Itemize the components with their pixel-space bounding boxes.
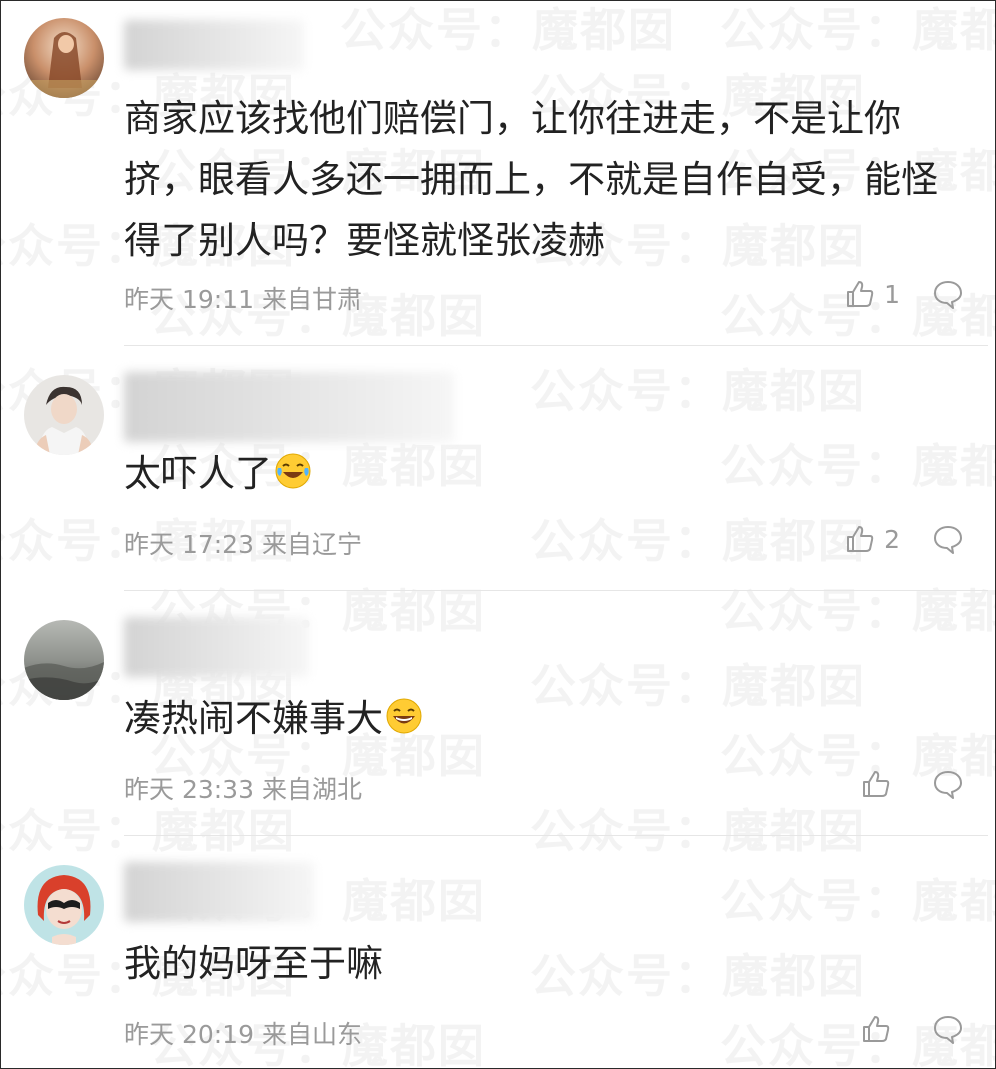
comment-meta: 昨天 17:23 来自辽宁 [124, 525, 362, 561]
comment-location: 来自辽宁 [261, 530, 362, 559]
comment-meta: 昨天 20:19 来自山东 [124, 1015, 362, 1051]
crying-laughing-emoji [275, 453, 311, 489]
comment-text: 凑热闹不嫌事大 [124, 688, 974, 749]
avatar[interactable] [24, 865, 104, 945]
avatar-image [24, 620, 104, 700]
comment-text: 商家应该找他们赔偿门，让你往进走，不是让你挤，眼看人多还一拥而上，不就是自作自受… [124, 88, 974, 271]
comment-bubble-icon[interactable] [932, 1013, 964, 1045]
comment-text: 太吓人了 [124, 443, 974, 504]
avatar-image [24, 375, 104, 455]
username-blurred[interactable] [124, 862, 314, 922]
like-button[interactable]: 1 [844, 278, 900, 310]
comment-text: 我的妈呀至于嘛 [124, 933, 974, 994]
thumbs-up-icon [863, 771, 890, 797]
like-button[interactable] [860, 768, 900, 800]
comment-time: 昨天 19:11 [124, 285, 254, 314]
thumbs-up-icon [863, 1016, 890, 1042]
comment-text-content: 商家应该找他们赔偿门，让你往进走，不是让你挤，眼看人多还一拥而上，不就是自作自受… [124, 97, 938, 262]
comment-bubble-icon[interactable] [932, 768, 964, 800]
like-count: 2 [884, 524, 900, 554]
comment-location: 来自甘肃 [261, 285, 362, 314]
like-button[interactable]: 2 [844, 523, 900, 555]
divider [124, 590, 988, 591]
comment-location: 来自山东 [261, 1020, 362, 1049]
like-count: 1 [884, 279, 900, 309]
avatar-image [24, 18, 104, 98]
laughing-emoji [386, 698, 422, 734]
comment-meta: 昨天 23:33 来自湖北 [124, 770, 362, 806]
like-button[interactable] [860, 1013, 900, 1045]
comment-time: 昨天 20:19 [124, 1020, 254, 1049]
avatar[interactable] [24, 620, 104, 700]
comment-text-content: 凑热闹不嫌事大 [124, 697, 383, 740]
comment-text-content: 我的妈呀至于嘛 [124, 942, 383, 985]
comment-time: 昨天 17:23 [124, 530, 254, 559]
comment-meta: 昨天 19:11 来自甘肃 [124, 280, 362, 316]
thumbs-up-icon [847, 281, 874, 307]
avatar[interactable] [24, 375, 104, 455]
comment-location: 来自湖北 [261, 775, 362, 804]
comment-bubble-icon[interactable] [932, 278, 964, 310]
comment-time: 昨天 23:33 [124, 775, 254, 804]
comment-bubble-icon[interactable] [932, 523, 964, 555]
username-blurred[interactable] [124, 617, 309, 677]
divider [124, 835, 988, 836]
thumbs-up-icon [847, 526, 874, 552]
avatar[interactable] [24, 18, 104, 98]
username-blurred[interactable] [124, 372, 454, 442]
comment-text-content: 太吓人了 [124, 452, 272, 495]
divider [124, 345, 988, 346]
avatar-image [24, 865, 104, 945]
username-blurred[interactable] [124, 20, 304, 70]
